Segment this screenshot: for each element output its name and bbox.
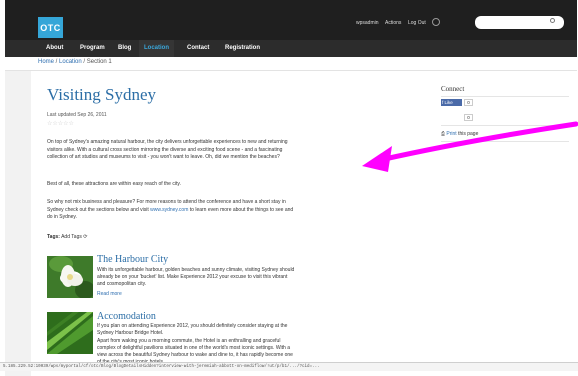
harbour-thumbnail[interactable]: [47, 256, 93, 298]
nav-location[interactable]: Location: [139, 40, 174, 57]
page-content: Visiting Sydney Last updated Sep 26, 201…: [31, 71, 577, 376]
print-icon: ⎙: [441, 131, 446, 137]
story-title-accomodation[interactable]: Accomodation: [97, 311, 156, 322]
intro-paragraph: On top of Sydney's amazing natural harbo…: [47, 139, 288, 161]
read-more-link[interactable]: Read more: [97, 291, 122, 297]
add-tags-link[interactable]: Add Tags: [61, 234, 82, 240]
user-link-wpsadmin[interactable]: wpsadmin: [356, 18, 379, 28]
rating-stars[interactable]: ☆☆☆☆☆: [47, 120, 74, 127]
attractions-paragraph: Best of all, these attractions are withi…: [47, 181, 181, 187]
tags-row: Tags: Add Tags ⟳: [47, 234, 87, 240]
nav-contact[interactable]: Contact: [182, 40, 214, 57]
breadcrumb-current: Section 1: [86, 59, 112, 65]
share-count: 0: [464, 114, 473, 121]
breadcrumb-location[interactable]: Location: [59, 59, 82, 65]
divider: [441, 96, 569, 97]
flower-image: [47, 256, 93, 298]
main-nav: About Program Blog Location Contact Regi…: [5, 40, 577, 57]
actions-link[interactable]: Actions: [385, 18, 401, 28]
browser-status-bar: 5.185.229.52:10039/wps/myportal/cf/otc/B…: [0, 362, 578, 371]
print-page-link[interactable]: ⎙ Print this page: [441, 131, 478, 137]
accomodation-thumbnail[interactable]: [47, 312, 93, 354]
site-header: OTC wpsadmin Actions Log Out About Progr…: [5, 0, 577, 57]
print-label: Print: [446, 131, 457, 137]
logout-link[interactable]: Log Out: [408, 18, 426, 28]
nav-program[interactable]: Program: [75, 40, 110, 57]
facebook-like-button[interactable]: f Like: [441, 99, 462, 106]
nav-blog[interactable]: Blog: [113, 40, 136, 57]
sydney-link[interactable]: www.sydney.com: [150, 207, 188, 213]
breadcrumb-bar: Home / Location / Section 1: [5, 57, 577, 71]
help-icon[interactable]: [432, 18, 440, 26]
last-updated: Last updated Sep 26, 2011: [47, 112, 107, 118]
connect-heading: Connect: [441, 85, 465, 93]
facebook-icon: f: [442, 100, 444, 105]
like-count: 0: [464, 99, 473, 106]
nav-registration[interactable]: Registration: [220, 40, 265, 57]
connect-sidebar: Connect f Like 0 0 ⎙ Print this page: [441, 85, 571, 142]
divider: [441, 125, 569, 126]
page-title: Visiting Sydney: [47, 85, 157, 104]
tags-label: Tags:: [47, 234, 60, 240]
leaf-image: [47, 312, 93, 354]
browser-viewport: OTC wpsadmin Actions Log Out About Progr…: [5, 0, 577, 376]
nav-about[interactable]: About: [41, 40, 68, 57]
story-title-harbour[interactable]: The Harbour City: [97, 254, 168, 265]
divider: [441, 141, 569, 142]
breadcrumb: Home / Location / Section 1: [38, 59, 112, 65]
tag-icon[interactable]: ⟳: [83, 234, 87, 240]
breadcrumb-home[interactable]: Home: [38, 59, 54, 65]
story-text-accomodation: If you plan on attending Experience 2012…: [97, 323, 288, 336]
like-label: Like: [444, 100, 453, 105]
story-text-harbour: With its unforgettable harbour, golden b…: [97, 267, 295, 287]
business-paragraph: So why not mix business and pleasure? Fo…: [47, 199, 297, 222]
search-icon[interactable]: [550, 18, 555, 23]
site-logo[interactable]: OTC: [38, 17, 63, 38]
print-rest: this page: [456, 131, 479, 137]
